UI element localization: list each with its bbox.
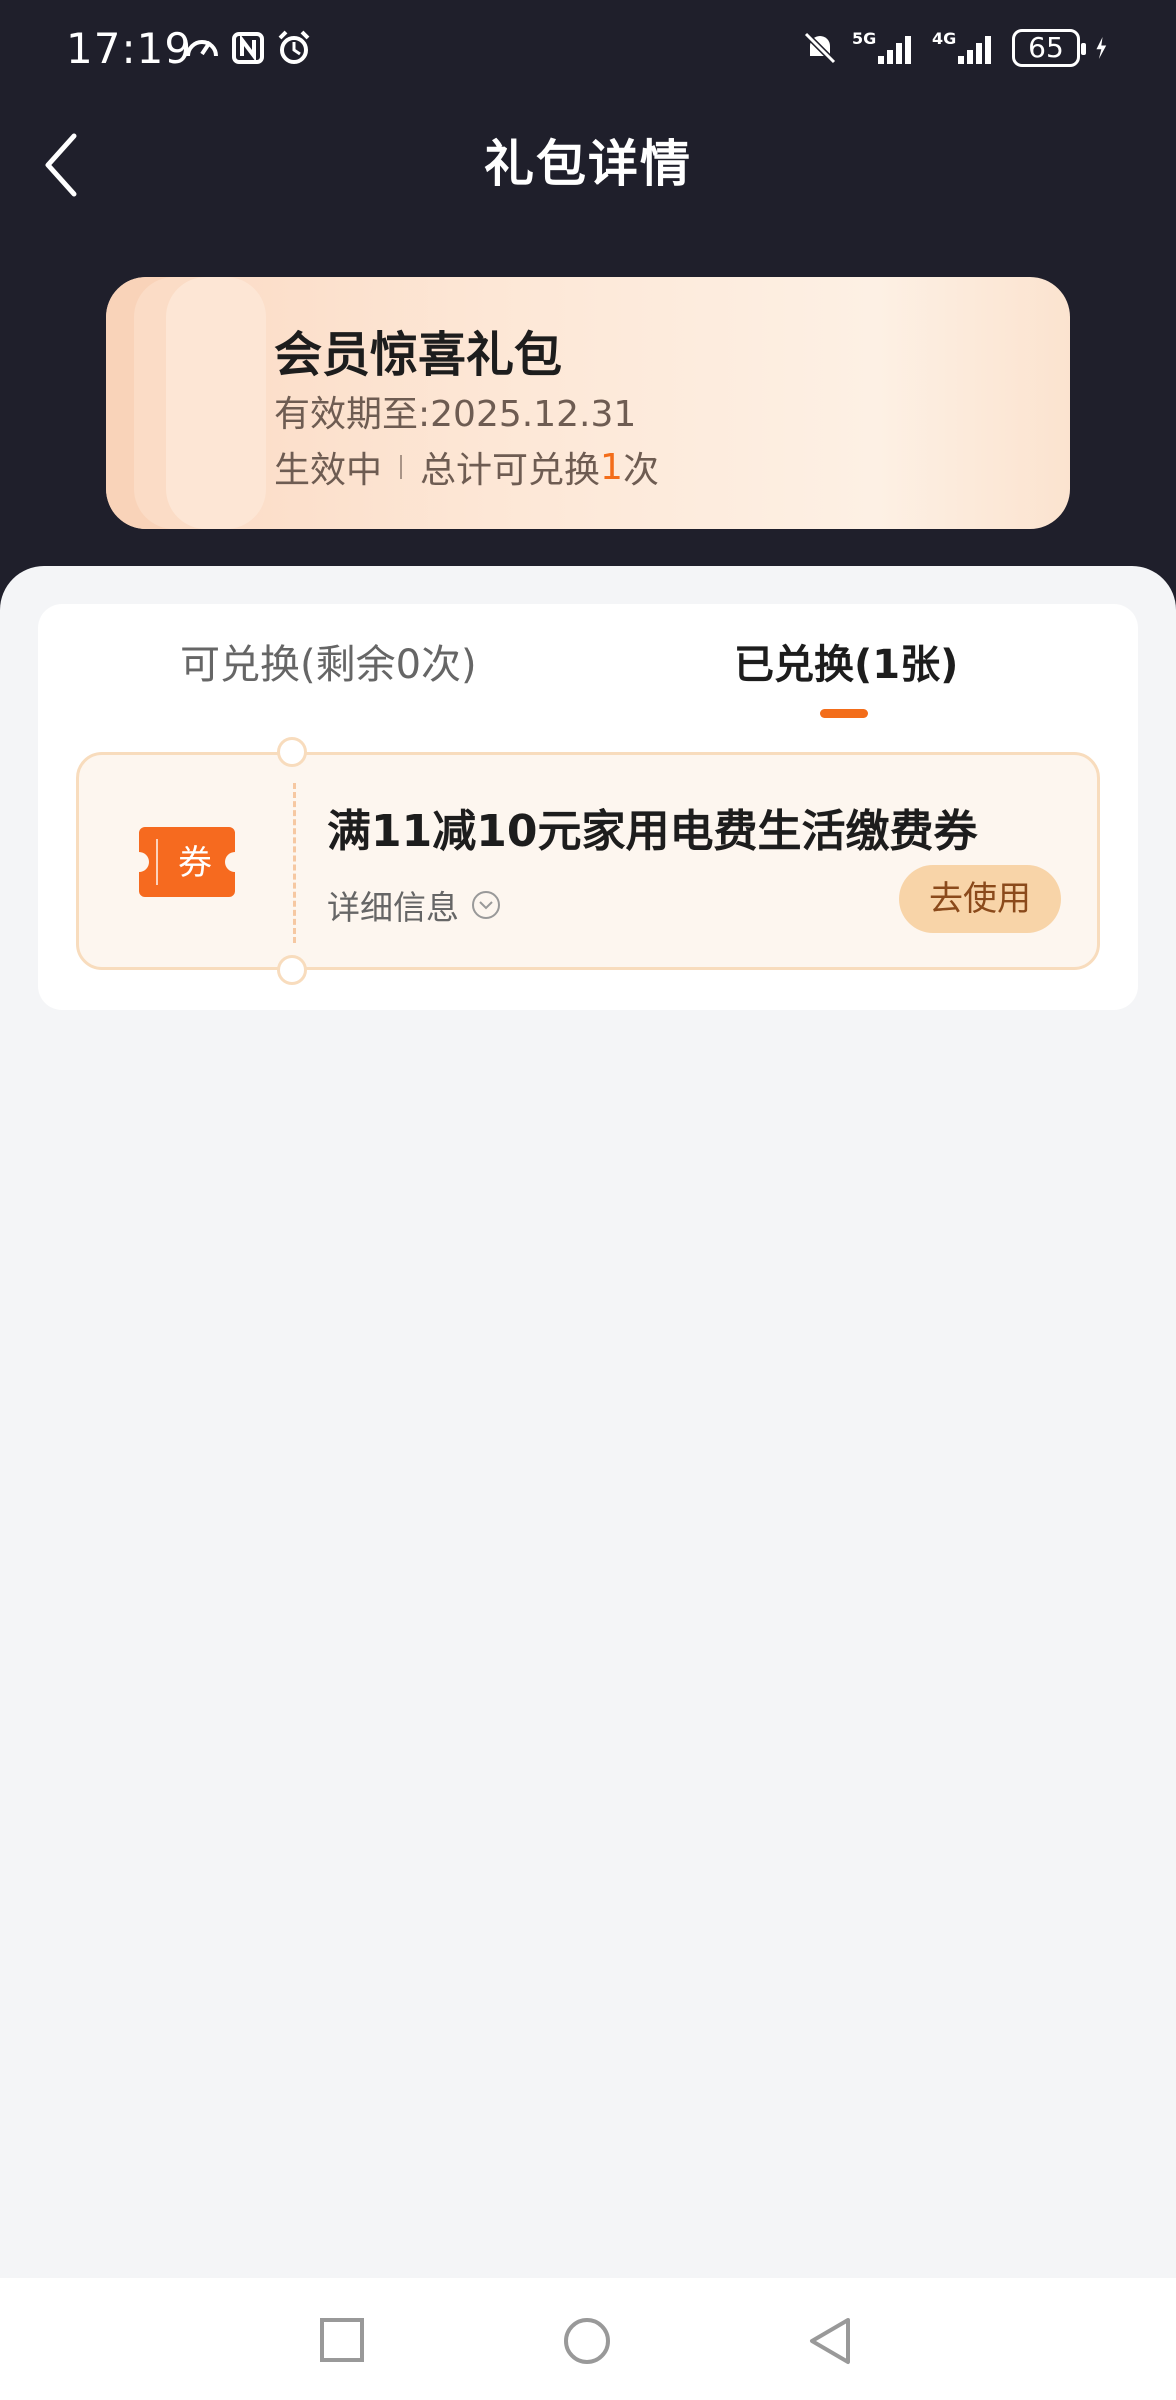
home-icon[interactable] bbox=[562, 2316, 612, 2366]
coupon-item[interactable]: 券 满11减10元家用电费生活缴费券 详细信息 去使用 bbox=[76, 737, 1100, 985]
nfc-icon bbox=[232, 32, 264, 64]
chevron-down-circle-icon bbox=[472, 891, 500, 919]
svg-text:5G: 5G bbox=[852, 29, 876, 48]
battery-icon: 65 bbox=[1012, 29, 1086, 67]
system-navigation-bar bbox=[0, 2278, 1176, 2400]
coupon-notch-bottom bbox=[277, 955, 307, 985]
alarm-icon bbox=[278, 30, 310, 64]
gift-total-count: 1 bbox=[600, 446, 623, 488]
coupon-detail-toggle[interactable]: 详细信息 bbox=[327, 881, 501, 929]
coupon-ticket-icon: 券 bbox=[139, 827, 235, 897]
gift-total-prefix: 总计可兑换 bbox=[420, 450, 601, 491]
speedometer-icon bbox=[186, 40, 218, 57]
coupon-title: 满11减10元家用电费生活缴费券 bbox=[327, 806, 978, 857]
status-bar: 17:19 5G 4G 65 bbox=[0, 0, 1176, 100]
recent-apps-icon[interactable] bbox=[318, 2316, 368, 2366]
card-stack-layer bbox=[166, 277, 266, 529]
gift-package-card: 会员惊喜礼包 有效期至:2025.12.31 生效中 总计可兑换 1 次 bbox=[106, 277, 1070, 529]
gift-status: 生效中 bbox=[274, 450, 383, 491]
charging-icon bbox=[1096, 37, 1107, 59]
4g-signal-icon: 4G bbox=[932, 29, 991, 64]
back-triangle-icon[interactable] bbox=[806, 2316, 856, 2366]
status-time: 17:19 bbox=[66, 24, 193, 73]
divider bbox=[400, 455, 403, 479]
svg-text:4G: 4G bbox=[932, 29, 956, 48]
page-title: 礼包详情 bbox=[484, 135, 692, 193]
coupon-badge-text: 券 bbox=[178, 843, 212, 883]
5g-signal-icon: 5G bbox=[852, 29, 911, 64]
coupon-detail-label: 详细信息 bbox=[327, 888, 459, 927]
gift-status-row: 生效中 总计可兑换 1 次 bbox=[274, 441, 659, 493]
mute-icon bbox=[803, 31, 837, 65]
status-left-icons bbox=[184, 28, 312, 68]
gift-total-suffix: 次 bbox=[622, 450, 659, 491]
tab-available[interactable]: 可兑换(剩余0次) bbox=[180, 632, 477, 690]
status-right-icons: 5G 4G 65 bbox=[802, 28, 1116, 68]
coupon-notch-top bbox=[277, 737, 307, 767]
tab-active-indicator bbox=[820, 709, 868, 718]
gift-validity: 有效期至:2025.12.31 bbox=[274, 394, 637, 435]
use-coupon-button[interactable]: 去使用 bbox=[899, 865, 1061, 933]
coupon-divider bbox=[293, 783, 296, 943]
gift-title: 会员惊喜礼包 bbox=[274, 327, 563, 383]
tab-redeemed[interactable]: 已兑换(1张) bbox=[734, 632, 958, 690]
